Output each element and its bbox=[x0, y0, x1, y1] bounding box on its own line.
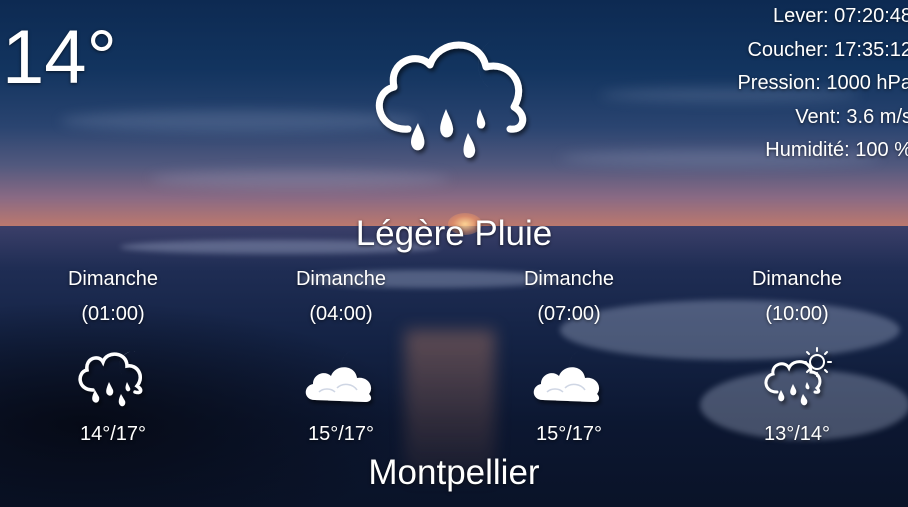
cloud-rain-sun-icon bbox=[764, 347, 832, 406]
wind-text: Vent: 3.6 m/s bbox=[795, 105, 908, 128]
forecast-time: (01:00) bbox=[81, 303, 145, 325]
forecast-day: Dimanche bbox=[523, 268, 615, 290]
forecast-item: Dimanche (07:00) 15°/17° bbox=[469, 265, 669, 446]
sunset-text: Coucher: 17:35:12 bbox=[747, 38, 908, 61]
forecast-temperature-range: 13°/14° bbox=[763, 423, 831, 445]
cloud-moon-icon bbox=[305, 349, 372, 402]
forecast-temperature-range: 15°/17° bbox=[307, 423, 375, 445]
cloud-rain-moon-icon bbox=[78, 351, 143, 407]
pressure-text: Pression: 1000 hPa bbox=[737, 72, 908, 94]
forecast-time: (10:00) bbox=[765, 303, 829, 325]
forecast-time: (04:00) bbox=[309, 303, 373, 325]
city-name: Montpellier bbox=[368, 453, 540, 492]
humidity-text: Humidité: 100 % bbox=[765, 139, 908, 161]
sky-cloud bbox=[60, 110, 420, 132]
forecast-day: Dimanche bbox=[67, 268, 159, 290]
sunrise-text: Lever: 07:20:48 bbox=[773, 5, 908, 27]
forecast-day: Dimanche bbox=[751, 268, 843, 290]
forecast-item: Dimanche (01:00) 14°/17° bbox=[13, 265, 213, 446]
current-condition: Légère Pluie bbox=[355, 214, 553, 253]
forecast-temperature-range: 14°/17° bbox=[79, 423, 147, 445]
cloud-moon-icon bbox=[533, 349, 600, 402]
weather-details: Lever: 07:20:48 Coucher: 17:35:12 Pressi… bbox=[737, 0, 908, 168]
forecast-item: Dimanche (10:00) 13°/14° bbox=[697, 265, 897, 446]
forecast-item: Dimanche (04:00) 15°/17° bbox=[241, 265, 441, 446]
cloud-rain-moon-icon bbox=[375, 35, 527, 158]
forecast-day: Dimanche bbox=[295, 268, 387, 290]
forecast-temperature-range: 15°/17° bbox=[535, 423, 603, 445]
forecast-time: (07:00) bbox=[537, 303, 601, 325]
current-temperature: 14° bbox=[2, 15, 117, 100]
